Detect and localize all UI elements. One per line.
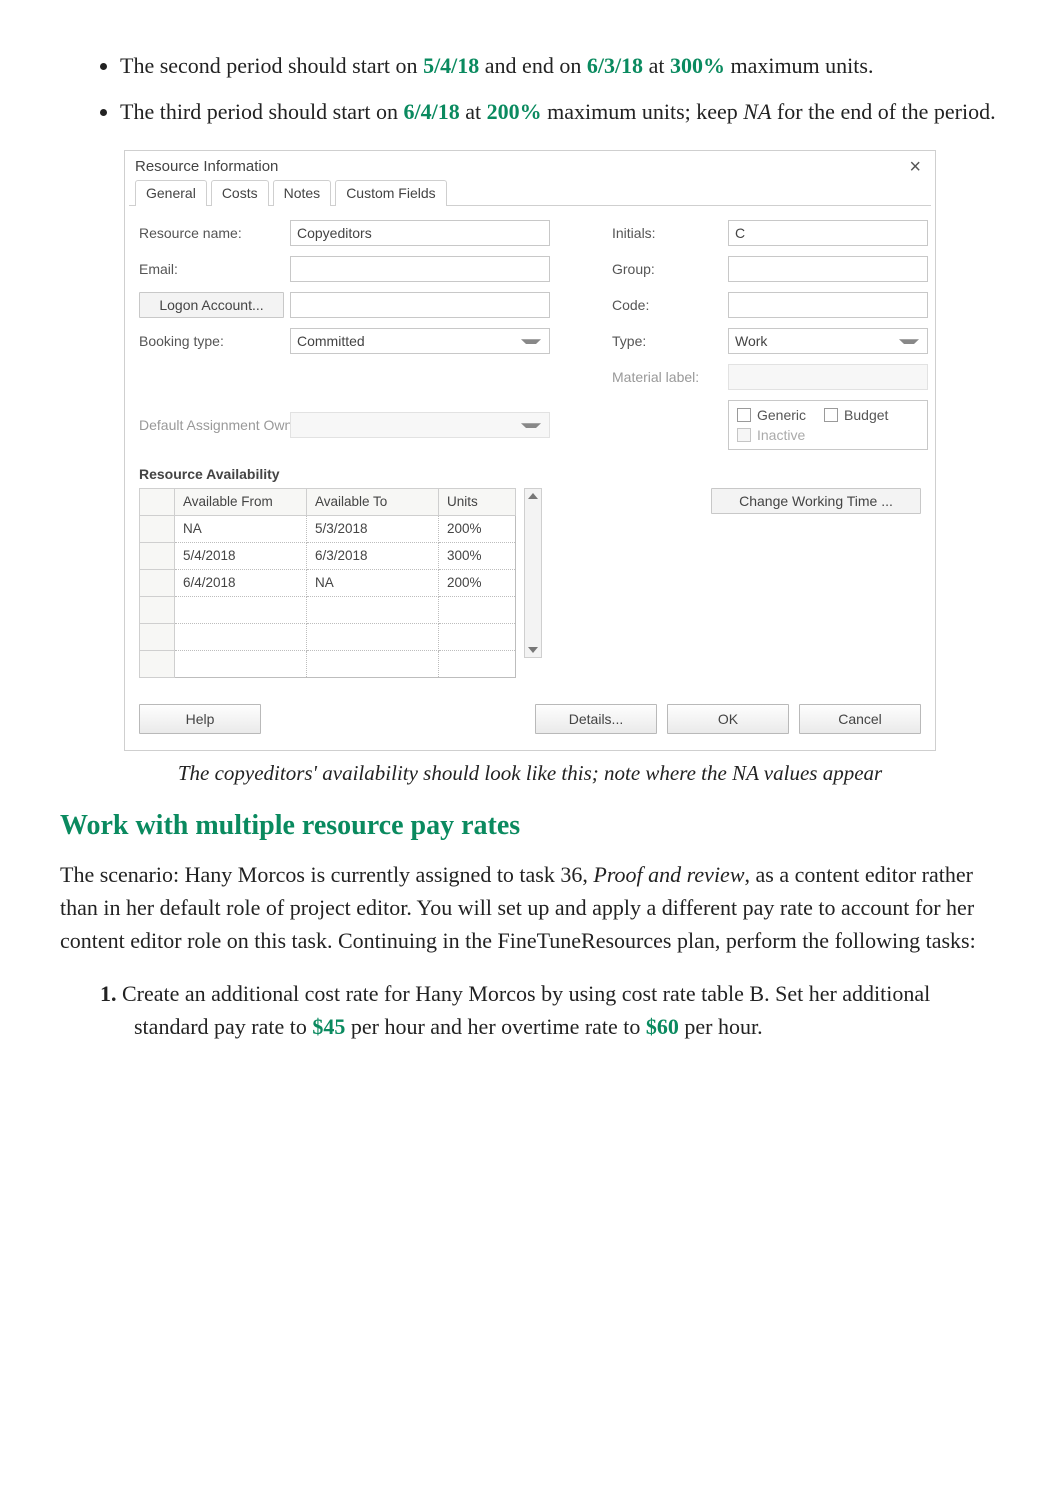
- cancel-button[interactable]: Cancel: [799, 704, 921, 734]
- availability-table: Available From Available To Units NA 5/3…: [139, 488, 516, 678]
- table-row: NA 5/3/2018 200%: [140, 515, 516, 542]
- ok-button[interactable]: OK: [667, 704, 789, 734]
- dialog-tabs: General Costs Notes Custom Fields: [129, 179, 931, 206]
- instruction-bullets: The second period should start on 5/4/18…: [60, 50, 1000, 128]
- logon-field[interactable]: [290, 292, 550, 318]
- type-select[interactable]: Work: [728, 328, 928, 354]
- tab-costs[interactable]: Costs: [211, 180, 269, 206]
- col-available-to[interactable]: Available To: [307, 488, 439, 515]
- label-resource-name: Resource name:: [139, 225, 284, 241]
- logon-account-button[interactable]: Logon Account...: [139, 292, 284, 318]
- label-group: Group:: [612, 261, 722, 277]
- label-default-owner: Default Assignment Owner:: [139, 417, 284, 433]
- figure-caption: The copyeditors' availability should loo…: [60, 761, 1000, 786]
- details-button[interactable]: Details...: [535, 704, 657, 734]
- label-code: Code:: [612, 297, 722, 313]
- check-generic[interactable]: Generic: [737, 407, 806, 423]
- bullet-second-period: The second period should start on 5/4/18…: [120, 50, 1000, 82]
- table-scrollbar[interactable]: [524, 488, 542, 658]
- resource-name-field[interactable]: Copyeditors: [290, 220, 550, 246]
- label-booking-type: Booking type:: [139, 333, 284, 349]
- step-1: 1. Create an additional cost rate for Ha…: [100, 977, 1000, 1043]
- check-inactive: Inactive: [737, 427, 805, 443]
- col-units[interactable]: Units: [439, 488, 516, 515]
- table-row: [140, 596, 516, 623]
- check-budget[interactable]: Budget: [824, 407, 888, 423]
- chevron-up-icon[interactable]: [528, 493, 538, 499]
- initials-field[interactable]: C: [728, 220, 928, 246]
- label-type: Type:: [612, 333, 722, 349]
- dialog-title: Resource Information: [135, 158, 278, 175]
- resource-flags: Generic Budget Inactive: [728, 400, 928, 450]
- table-row: 5/4/2018 6/3/2018 300%: [140, 542, 516, 569]
- label-email: Email:: [139, 261, 284, 277]
- help-button[interactable]: Help: [139, 704, 261, 734]
- close-icon[interactable]: ×: [905, 157, 925, 177]
- col-available-from[interactable]: Available From: [175, 488, 307, 515]
- availability-heading: Resource Availability: [139, 466, 921, 482]
- table-row: [140, 650, 516, 677]
- tab-custom-fields[interactable]: Custom Fields: [335, 180, 446, 206]
- tab-general[interactable]: General: [135, 180, 207, 206]
- tab-notes[interactable]: Notes: [273, 180, 332, 206]
- change-working-time-button[interactable]: Change Working Time ...: [711, 488, 921, 514]
- steps-list: 1. Create an additional cost rate for Ha…: [60, 977, 1000, 1043]
- label-material: Material label:: [612, 369, 722, 385]
- bullet-third-period: The third period should start on 6/4/18 …: [120, 96, 1000, 128]
- material-label-field: [728, 364, 928, 390]
- table-row: 6/4/2018 NA 200%: [140, 569, 516, 596]
- booking-type-select[interactable]: Committed: [290, 328, 550, 354]
- chevron-down-icon[interactable]: [528, 647, 538, 653]
- code-field[interactable]: [728, 292, 928, 318]
- table-row: [140, 623, 516, 650]
- section-heading: Work with multiple resource pay rates: [60, 810, 1000, 842]
- resource-information-dialog: Resource Information × General Costs Not…: [124, 150, 936, 751]
- default-owner-select: [290, 412, 550, 438]
- group-field[interactable]: [728, 256, 928, 282]
- table-corner: [140, 488, 175, 515]
- section-paragraph: The scenario: Hany Morcos is currently a…: [60, 858, 1000, 957]
- email-field[interactable]: [290, 256, 550, 282]
- label-initials: Initials:: [612, 225, 722, 241]
